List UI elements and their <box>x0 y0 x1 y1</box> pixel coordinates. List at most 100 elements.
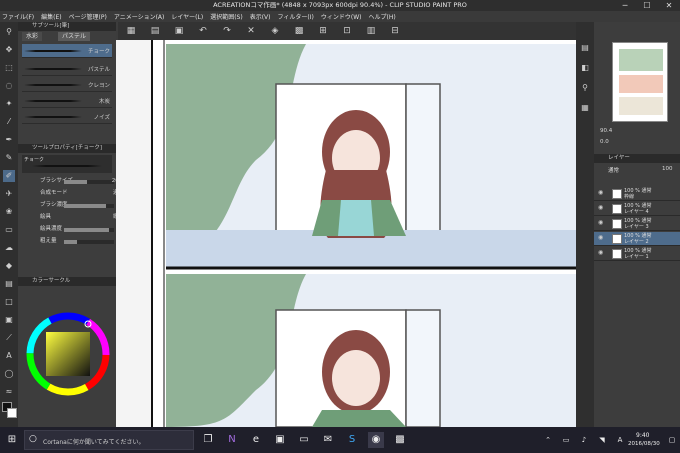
pencil-icon[interactable]: ✎ <box>3 152 15 164</box>
brush-item[interactable]: 木炭 <box>22 94 112 108</box>
brush-item[interactable]: チョーク <box>22 44 112 58</box>
clock-date[interactable]: 2016/08/30 <box>628 441 660 447</box>
tab-watercolor[interactable]: 水彩 <box>22 32 43 41</box>
layer-row[interactable]: ◉ 100 % 通常 レイヤー 1 <box>594 247 680 261</box>
brush-icon[interactable]: ✐ <box>3 170 15 182</box>
zoom-icon[interactable]: ⚲ <box>3 26 15 38</box>
eye-icon[interactable]: ◉ <box>598 250 603 256</box>
brush-item[interactable]: パステル <box>22 62 112 76</box>
menu-filter[interactable]: フィルター(I) <box>278 12 314 21</box>
action-center-icon[interactable]: ▢ <box>664 432 680 448</box>
eye-icon[interactable]: ◉ <box>598 205 603 211</box>
menu-page[interactable]: ページ管理(P) <box>69 12 107 21</box>
eye-icon[interactable]: ◉ <box>598 190 603 196</box>
edge-icon[interactable]: e <box>248 432 264 448</box>
sub-color-swatch[interactable] <box>7 408 17 418</box>
clock-time[interactable]: 9:40 <box>636 432 649 439</box>
store-icon[interactable]: ▣ <box>272 432 288 448</box>
close-button[interactable]: ✕ <box>658 0 680 11</box>
eyedropper-icon[interactable]: ⁄ <box>3 116 15 128</box>
layer-row[interactable]: ◉ 100 % 通常 枠線 <box>594 187 680 201</box>
move-icon[interactable]: ✥ <box>3 44 15 56</box>
navigator-preview[interactable] <box>612 42 668 122</box>
select-icon[interactable]: ⬚ <box>3 62 15 74</box>
new-icon[interactable]: ▦ <box>124 25 138 37</box>
menu-bar: ファイル(F) 編集(E) ページ管理(P) アニメーション(A) レイヤー(L… <box>0 11 680 22</box>
menu-window[interactable]: ウィンドウ(W) <box>321 12 362 21</box>
gradient-icon[interactable]: ▤ <box>3 278 15 290</box>
balloon-icon[interactable]: ◯ <box>3 368 15 380</box>
ime-indicator[interactable]: A <box>612 432 628 448</box>
explorer-icon[interactable]: ▭ <box>296 432 312 448</box>
brush-item[interactable]: ノイズ <box>22 110 112 124</box>
airbrush-icon[interactable]: ✈ <box>3 188 15 200</box>
layer-row[interactable]: ◉ 100 % 通常 レイヤー 2 <box>594 232 680 246</box>
ruler-tool-icon[interactable]: ⟋ <box>3 332 15 344</box>
menu-edit[interactable]: 編集(E) <box>41 12 61 21</box>
task-view-icon[interactable]: ❐ <box>200 432 216 448</box>
menu-view[interactable]: 表示(V) <box>250 12 271 21</box>
decoration-icon[interactable]: ❀ <box>3 206 15 218</box>
brush-item[interactable]: クレヨン <box>22 78 112 92</box>
layer-row[interactable]: ◉ 100 % 通常 レイヤー 3 <box>594 217 680 231</box>
open-icon[interactable]: ▤ <box>148 25 162 37</box>
tool-name: チョーク <box>24 157 45 163</box>
opacity-value[interactable]: 100 <box>662 166 673 172</box>
minimize-button[interactable]: ─ <box>614 0 636 11</box>
menu-help[interactable]: ヘルプ(H) <box>368 12 395 21</box>
color-wheel[interactable] <box>26 312 110 396</box>
wand-icon[interactable]: ✦ <box>3 98 15 110</box>
volume-icon[interactable]: ♪ <box>576 432 592 448</box>
tab-pastel[interactable]: パステル <box>58 32 91 41</box>
ruler-icon[interactable]: ⊞ <box>316 25 330 37</box>
clear-icon[interactable]: ✕ <box>244 25 258 37</box>
cortana-search[interactable]: ○ Cortanaに何か聞いてみてください。 <box>24 430 194 450</box>
menu-animation[interactable]: アニメーション(A) <box>114 12 165 21</box>
menu-layer[interactable]: レイヤー(L) <box>171 12 203 21</box>
correct-line-icon[interactable]: ≈ <box>3 386 15 398</box>
figure-icon[interactable]: □ <box>3 296 15 308</box>
transform-icon[interactable]: ◈ <box>268 25 282 37</box>
menu-file[interactable]: ファイル(F) <box>2 12 34 21</box>
frame-icon[interactable]: ▣ <box>3 314 15 326</box>
snap-icon[interactable]: ⊡ <box>340 25 354 37</box>
property-slider[interactable] <box>64 228 114 232</box>
lasso-icon[interactable]: ◌ <box>3 80 15 92</box>
text-icon[interactable]: A <box>3 350 15 362</box>
menu-selection[interactable]: 選択範囲(S) <box>210 12 243 21</box>
windows-start-icon[interactable]: ⊞ <box>4 432 20 448</box>
pen-icon[interactable]: ✒ <box>3 134 15 146</box>
search-layer-icon[interactable]: ⚲ <box>579 82 591 94</box>
blend-mode-select[interactable]: 通常 <box>608 166 619 174</box>
maximize-button[interactable]: ☐ <box>636 0 658 11</box>
photos-icon[interactable]: ▩ <box>392 432 408 448</box>
clip-studio-icon[interactable]: ◉ <box>368 432 384 448</box>
canvas-area[interactable] <box>116 40 576 427</box>
navigator-icon[interactable]: ▤ <box>579 42 591 54</box>
guide-icon[interactable]: ⊟ <box>388 25 402 37</box>
battery-icon[interactable]: ▭ <box>558 432 574 448</box>
redo-icon[interactable]: ↷ <box>220 25 234 37</box>
mail-icon[interactable]: ✉ <box>320 432 336 448</box>
eye-icon[interactable]: ◉ <box>598 220 603 226</box>
eraser-icon[interactable]: ▭ <box>3 224 15 236</box>
undo-icon[interactable]: ↶ <box>196 25 210 37</box>
layer-row[interactable]: ◉ 100 % 通常 レイヤー 4 <box>594 202 680 216</box>
zoom-value[interactable]: 90.4 <box>600 128 612 134</box>
angle-value[interactable]: 0.0 <box>600 139 609 145</box>
grid-icon[interactable]: ▥ <box>364 25 378 37</box>
onenote-icon[interactable]: N <box>224 432 240 448</box>
layer-property-icon[interactable]: ◧ <box>579 62 591 74</box>
fill-tool-icon[interactable]: ◆ <box>3 260 15 272</box>
material-icon[interactable]: ▦ <box>579 102 591 114</box>
eye-icon[interactable]: ◉ <box>598 235 603 241</box>
property-slider[interactable] <box>64 204 114 208</box>
skype-icon[interactable]: S <box>344 432 360 448</box>
fill-icon[interactable]: ▩ <box>292 25 306 37</box>
save-icon[interactable]: ▣ <box>172 25 186 37</box>
network-icon[interactable]: ◥ <box>594 432 610 448</box>
notification-up-icon[interactable]: ⌃ <box>540 432 556 448</box>
property-slider[interactable] <box>64 240 114 244</box>
property-slider[interactable] <box>64 180 114 184</box>
blend-icon[interactable]: ☁ <box>3 242 15 254</box>
